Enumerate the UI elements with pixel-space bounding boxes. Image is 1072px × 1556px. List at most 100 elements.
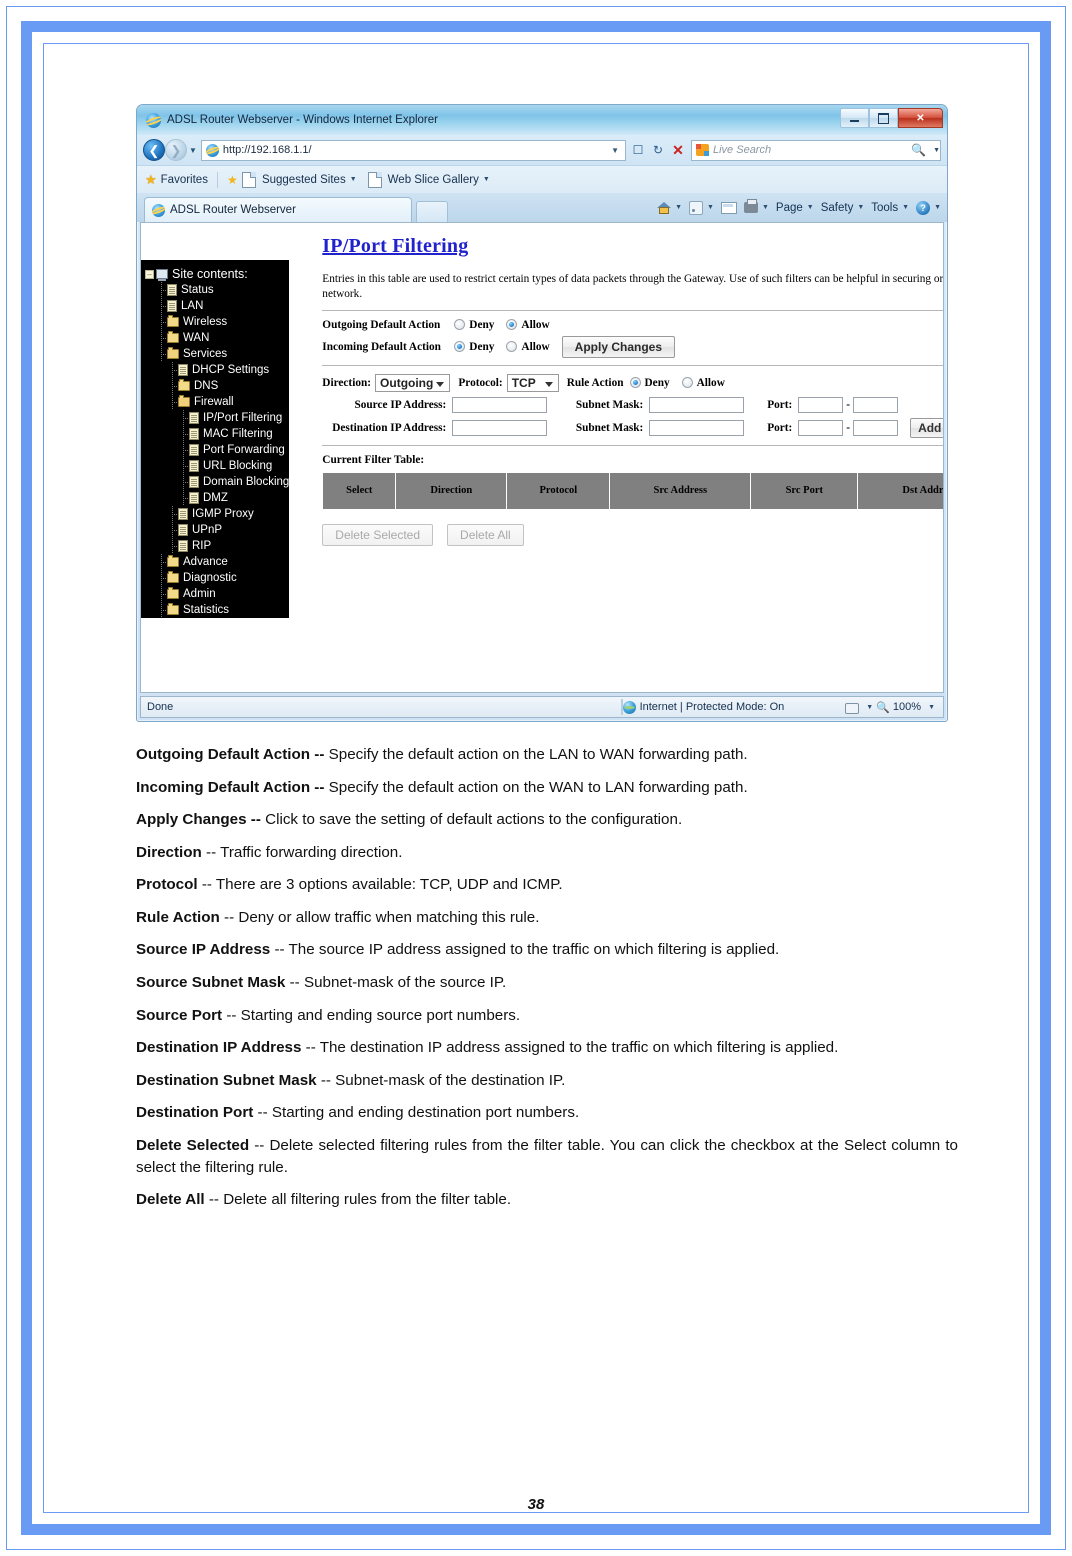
- page-menu[interactable]: Page ▼: [776, 202, 814, 214]
- tree-item-dhcp-settings[interactable]: DHCP Settings: [145, 362, 289, 378]
- destination-subnet-mask-input[interactable]: [649, 419, 745, 436]
- outgoing-deny-radio[interactable]: Deny: [454, 319, 494, 331]
- new-tab-button[interactable]: [416, 201, 448, 222]
- incoming-allow-radio[interactable]: Allow: [506, 341, 550, 353]
- tree-item-label: Wireless: [183, 316, 228, 328]
- tree-item-firewall[interactable]: Firewall: [145, 394, 289, 410]
- table-header-row: Select Direction Protocol Src Address Src Po…: [322, 471, 943, 510]
- tree-item-advance[interactable]: Advance: [145, 554, 289, 570]
- tree-item-label: Advance: [183, 556, 228, 568]
- tools-menu[interactable]: Tools ▼: [871, 202, 909, 214]
- incoming-deny-radio[interactable]: Deny: [454, 341, 494, 353]
- zoom-icon[interactable]: 🔍: [876, 701, 890, 714]
- source-port-end-input[interactable]: [853, 396, 899, 413]
- recent-pages-chevron-icon[interactable]: ▼: [189, 146, 197, 155]
- destination-row: Destination IP Address: Subnet Mask: Por…: [322, 417, 943, 438]
- print-button[interactable]: ▼: [743, 199, 769, 213]
- protocol-select[interactable]: TCP: [506, 373, 559, 392]
- web-slice-gallery-item[interactable]: Web Slice Gallery ▼: [367, 171, 490, 188]
- tree-item-url-blocking[interactable]: URL Blocking: [145, 458, 289, 474]
- outgoing-allow-radio[interactable]: Allow: [506, 319, 550, 331]
- chevron-down-icon[interactable]: ▼: [928, 704, 935, 711]
- close-button[interactable]: ✕: [898, 108, 943, 128]
- tree-item-igmp-proxy[interactable]: IGMP Proxy: [145, 506, 289, 522]
- add-to-favorites-bar-icon[interactable]: ★: [227, 173, 242, 187]
- tree-item-wan[interactable]: WAN: [145, 330, 289, 346]
- direction-select[interactable]: Outgoing: [375, 373, 451, 392]
- tree-item-domain-blocking[interactable]: Domain Blocking: [145, 474, 289, 490]
- delete-all-button[interactable]: Delete All: [447, 523, 524, 546]
- tree-item-upnp[interactable]: UPnP: [145, 522, 289, 538]
- tree-item-label: Services: [183, 348, 228, 360]
- chevron-down-icon[interactable]: ▼: [866, 704, 873, 711]
- search-icon[interactable]: 🔍: [911, 143, 929, 157]
- doc-icon: [189, 412, 199, 424]
- doc-icon: [189, 444, 199, 456]
- rule-action-deny-radio[interactable]: Deny: [629, 377, 670, 389]
- destination-ip-input[interactable]: [452, 419, 548, 436]
- tree-item-label: IP/Port Filtering: [203, 412, 283, 424]
- tree-item-port-forwarding[interactable]: Port Forwarding: [145, 442, 289, 458]
- safety-menu[interactable]: Safety ▼: [821, 202, 865, 214]
- favorites-button-label[interactable]: Favorites: [161, 174, 208, 186]
- home-button[interactable]: ▼: [657, 201, 682, 214]
- delete-selected-button[interactable]: Delete Selected: [322, 523, 434, 546]
- compatibility-view-icon[interactable]: ☐: [628, 140, 648, 161]
- tree-item-label: URL Blocking: [203, 460, 273, 472]
- apply-changes-button[interactable]: Apply Changes: [561, 335, 676, 358]
- tree-item-label: LAN: [181, 300, 204, 312]
- tree-root-site-contents[interactable]: – Site contents:: [145, 266, 289, 282]
- tree-guide: [167, 506, 178, 522]
- destination-port-start-input[interactable]: [798, 419, 844, 436]
- tree-root-label: Site contents:: [172, 267, 248, 281]
- refresh-icon[interactable]: ↻: [648, 140, 668, 161]
- tree-item-dmz[interactable]: DMZ: [145, 490, 289, 506]
- description-term: Source IP Address: [136, 941, 271, 959]
- search-input[interactable]: Live Search 🔍 ▼: [691, 139, 941, 161]
- tree-item-admin[interactable]: Admin: [145, 586, 289, 602]
- tree-item-wireless[interactable]: Wireless: [145, 314, 289, 330]
- tree-item-mac-filtering[interactable]: MAC Filtering: [145, 426, 289, 442]
- description-entry: Source IP Address -- The source IP addre…: [136, 939, 958, 961]
- doc-icon: [178, 364, 188, 376]
- add-button[interactable]: Add: [910, 417, 943, 438]
- tree-item-rip[interactable]: RIP: [145, 538, 289, 554]
- tree-item-services[interactable]: Services: [145, 346, 289, 362]
- tab-adsl-router-webserver[interactable]: ADSL Router Webserver: [144, 197, 412, 222]
- search-provider-chevron-icon[interactable]: ▼: [933, 147, 940, 154]
- tree-item-diagnostic[interactable]: Diagnostic: [145, 570, 289, 586]
- router-content: IP/Port Filtering Entries in this table …: [289, 223, 943, 692]
- suggested-sites-item[interactable]: Suggested Sites ▼: [241, 171, 357, 188]
- tree-item-dns[interactable]: DNS: [145, 378, 289, 394]
- tree-item-lan[interactable]: LAN: [145, 298, 289, 314]
- minimize-button[interactable]: [840, 108, 869, 128]
- address-dropdown-icon[interactable]: ▼: [611, 146, 625, 155]
- back-button[interactable]: ❮: [143, 139, 165, 161]
- security-zone[interactable]: Internet | Protected Mode: On: [622, 700, 784, 714]
- description-term: Protocol: [136, 876, 198, 894]
- description-term: Delete Selected: [136, 1136, 250, 1154]
- address-input[interactable]: http://192.168.1.1/ ▼: [200, 139, 626, 161]
- current-filter-table: Select Direction Protocol Src Address Src Po…: [322, 471, 943, 510]
- tree-item-statistics[interactable]: Statistics: [145, 602, 289, 618]
- expand-collapse-icon[interactable]: –: [145, 269, 154, 279]
- rule-action-allow-radio[interactable]: Allow: [681, 377, 725, 389]
- source-subnet-mask-input[interactable]: [649, 396, 745, 413]
- privacy-report-icon[interactable]: [844, 701, 860, 714]
- stop-icon[interactable]: ✕: [668, 140, 688, 161]
- read-mail-button[interactable]: [720, 201, 737, 214]
- tree-item-status[interactable]: Status: [145, 282, 289, 298]
- source-ip-input[interactable]: [452, 396, 548, 413]
- source-port-start-input[interactable]: [798, 396, 844, 413]
- maximize-button[interactable]: [869, 108, 898, 128]
- description-term: Apply Changes --: [136, 811, 261, 829]
- destination-port-end-input[interactable]: [853, 419, 899, 436]
- radio-icon: [454, 319, 466, 330]
- chevron-down-icon: ▼: [902, 204, 910, 211]
- tree-item-ip-port-filtering[interactable]: IP/Port Filtering: [145, 410, 289, 426]
- forward-button[interactable]: ❯: [165, 139, 187, 161]
- feeds-button[interactable]: ▼: [689, 200, 714, 215]
- tree-node-list: Status LAN Wireless WAN Services DHCP Setting…: [145, 282, 289, 618]
- help-menu[interactable]: ? ▼: [916, 200, 941, 215]
- web-slice-gallery-label: Web Slice Gallery: [387, 173, 479, 186]
